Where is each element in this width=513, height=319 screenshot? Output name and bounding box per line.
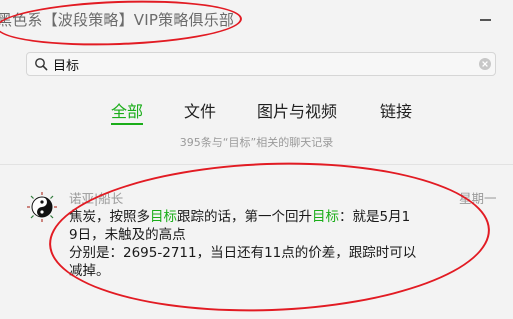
message-segment: 跟踪的话，第一个回升	[177, 209, 312, 225]
title-bar: 黑色系【波段策略】VIP策略俱乐部	[0, 0, 513, 38]
message-segment: 焦炭，按照多	[69, 209, 150, 225]
yin-yang-avatar	[26, 191, 58, 223]
keyword-highlight: 目标	[150, 209, 177, 225]
message-line: 焦炭，按照多目标跟踪的话，第一个回升目标：就是5月1	[69, 208, 439, 226]
active-tab-indicator	[111, 123, 143, 125]
minimize-icon[interactable]	[478, 13, 492, 27]
sender-name: 诺亚|船长	[69, 191, 124, 206]
message-text: 焦炭，按照多目标跟踪的话，第一个回升目标：就是5月1 9日，未触及的高点 分别是…	[69, 208, 439, 280]
message-segment: ：就是5月1	[339, 209, 411, 225]
divider	[0, 164, 513, 165]
search-icon	[35, 58, 48, 71]
tab-all[interactable]: 全部	[111, 98, 143, 122]
message-line: 减掉。	[69, 263, 110, 279]
message-line: 9日，未触及的高点	[69, 227, 186, 243]
tab-bar: 全部 文件 图片与视频 链接	[0, 98, 513, 128]
keyword-highlight: 目标	[312, 209, 339, 225]
window-title: 黑色系【波段策略】VIP策略俱乐部	[0, 11, 235, 29]
message-date: 星期一	[459, 191, 497, 206]
clear-icon[interactable]	[478, 57, 492, 71]
tab-files[interactable]: 文件	[184, 98, 216, 122]
message-line: 分别是：2695-2711，当日还有11点的价差，跟踪时可以	[69, 245, 417, 261]
tab-links[interactable]: 链接	[380, 98, 412, 122]
search-box[interactable]	[26, 52, 496, 76]
tab-images-videos[interactable]: 图片与视频	[257, 98, 337, 122]
result-summary: 395条与“目标”相关的聊天记录	[179, 136, 334, 149]
message-item[interactable]: 诺亚|船长 星期一 焦炭，按照多目标跟踪的话，第一个回升目标：就是5月1 9日，…	[0, 166, 513, 308]
search-input[interactable]	[53, 54, 473, 74]
